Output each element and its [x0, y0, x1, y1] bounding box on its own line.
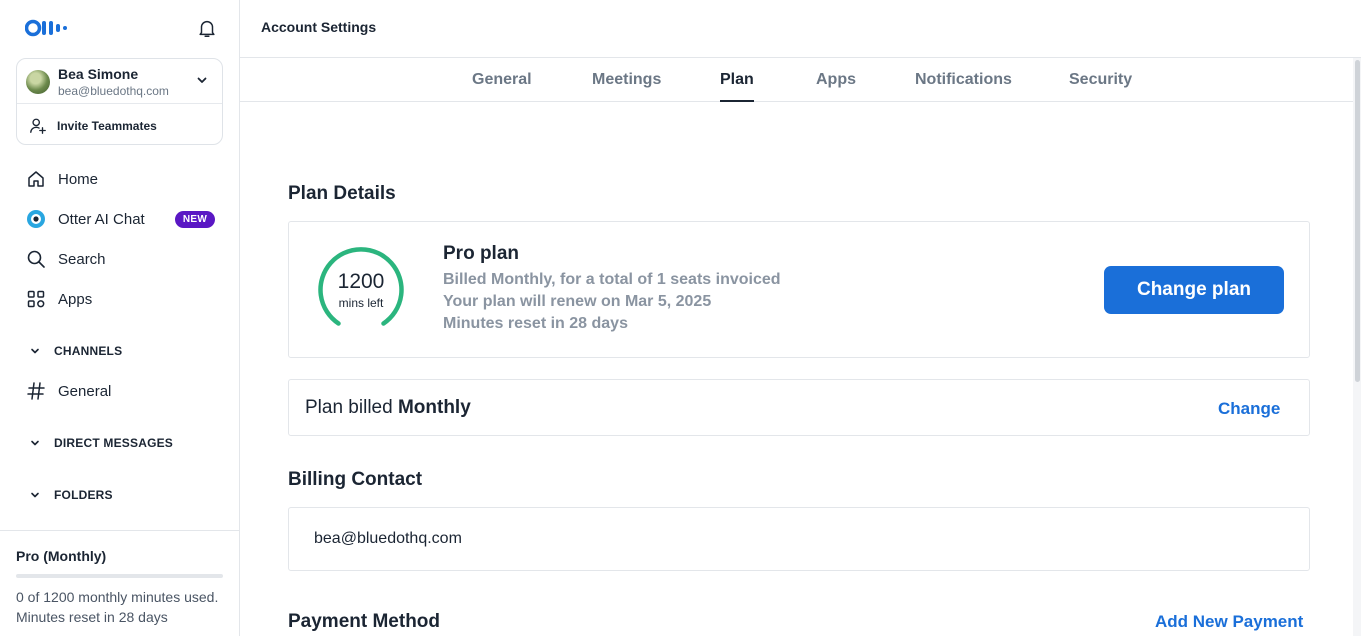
hash-icon — [27, 382, 45, 400]
sidebar-item-label: Otter AI Chat — [58, 210, 145, 228]
sidebar-item-home[interactable]: Home — [26, 167, 98, 191]
minutes-left-label: mins left — [338, 296, 384, 310]
change-plan-button[interactable]: Change plan — [1104, 266, 1284, 314]
new-badge: NEW — [175, 211, 215, 228]
direct-messages-section-toggle[interactable]: DIRECT MESSAGES — [30, 436, 173, 450]
home-icon — [28, 171, 44, 187]
plan-renewal-date: Your plan will renew on Mar 5, 2025 — [443, 293, 712, 310]
sidebar-item-label: Apps — [58, 290, 93, 308]
tab-notifications[interactable]: Notifications — [915, 71, 1012, 102]
search-icon — [27, 250, 45, 268]
user-card: Bea Simone bea@bluedothq.com Invite Team… — [16, 58, 223, 145]
sidebar-item-label: Home — [58, 170, 99, 188]
user-menu[interactable]: Bea Simone bea@bluedothq.com — [17, 59, 222, 104]
billing-period-prefix: Plan billed — [305, 397, 398, 418]
billing-contact-card: bea@bluedothq.com — [288, 507, 1310, 571]
chevron-down-icon[interactable] — [196, 74, 208, 86]
minutes-left-value: 1200 — [337, 270, 385, 293]
sidebar-item-label: Search — [58, 250, 106, 268]
billing-contact-email: bea@bluedothq.com — [314, 530, 462, 547]
tab-plan[interactable]: Plan — [720, 71, 754, 102]
folders-section-toggle[interactable]: FOLDERS — [30, 488, 113, 502]
sidebar-item-search[interactable]: Search — [26, 247, 106, 271]
scrollbar-thumb[interactable] — [1355, 60, 1360, 382]
channel-item-label: General — [58, 382, 112, 400]
billing-period-card: Plan billed Monthly Change — [288, 379, 1310, 436]
otter-chat-icon — [27, 210, 45, 228]
tab-general[interactable]: General — [472, 71, 532, 102]
bell-icon[interactable] — [196, 17, 218, 39]
page-title: Account Settings — [261, 19, 377, 35]
sidebar-item-apps[interactable]: Apps — [26, 287, 92, 311]
usage-progress-bar — [16, 574, 223, 578]
apps-icon — [27, 290, 45, 308]
channel-item-general[interactable]: General — [26, 379, 111, 403]
channels-heading: CHANNELS — [54, 344, 123, 358]
tab-apps[interactable]: Apps — [816, 71, 856, 102]
chevron-down-icon — [31, 348, 39, 354]
settings-tabs: General Meetings Plan Apps Notifications… — [240, 58, 1353, 102]
add-user-icon — [30, 118, 46, 134]
billing-period-text: Plan billed Monthly — [305, 397, 471, 419]
plan-minutes-reset: Minutes reset in 28 days — [443, 315, 628, 332]
folders-heading: FOLDERS — [54, 488, 113, 502]
billing-period-value: Monthly — [397, 397, 471, 418]
avatar — [26, 70, 50, 94]
plan-billing-summary: Billed Monthly, for a total of 1 seats i… — [443, 271, 781, 288]
tab-security[interactable]: Security — [1069, 71, 1132, 102]
sidebar-item-otter-ai-chat[interactable]: Otter AI Chat — [26, 207, 145, 231]
plan-details-heading: Plan Details — [288, 183, 396, 204]
plan-name: Pro (Monthly) — [16, 548, 107, 564]
usage-text: 0 of 1200 monthly minutes used. Minutes … — [16, 589, 219, 625]
chevron-down-icon — [31, 492, 39, 498]
chevron-down-icon — [31, 440, 39, 446]
invite-teammates-label: Invite Teammates — [57, 119, 157, 133]
payment-method-heading: Payment Method — [288, 611, 441, 632]
plan-title: Pro plan — [443, 243, 520, 264]
plan-usage-panel: Pro (Monthly) 0 of 1200 monthly minutes … — [0, 530, 239, 636]
billing-contact-heading: Billing Contact — [288, 469, 423, 490]
channels-section-toggle[interactable]: CHANNELS — [30, 344, 122, 358]
invite-teammates-button[interactable]: Invite Teammates — [29, 115, 157, 137]
user-name: Bea Simone — [58, 66, 139, 82]
add-new-payment-link[interactable]: Add New Payment — [1155, 612, 1303, 632]
change-billing-link[interactable]: Change — [1218, 399, 1280, 419]
tab-meetings[interactable]: Meetings — [592, 71, 661, 102]
page-header: Account Settings — [240, 0, 1361, 58]
plan-details-card: 1200 mins left Pro plan Billed Monthly, … — [288, 221, 1310, 358]
user-email: bea@bluedothq.com — [58, 84, 169, 98]
direct-messages-heading: DIRECT MESSAGES — [54, 436, 174, 450]
otter-logo[interactable] — [25, 18, 73, 38]
sidebar: Bea Simone bea@bluedothq.com Invite Team… — [0, 0, 240, 636]
